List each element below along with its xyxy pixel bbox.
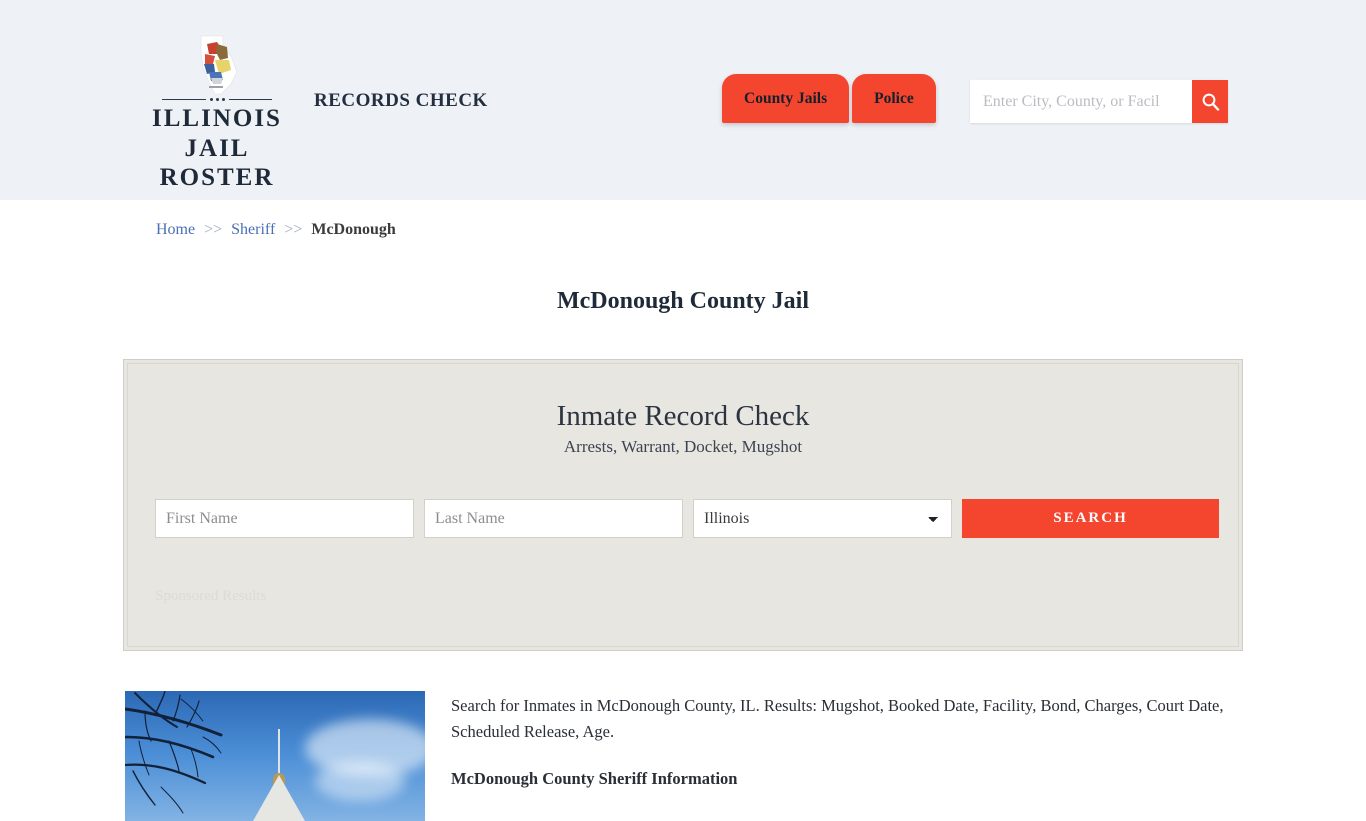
brand-name: ILLINOIS JAIL ROSTER	[152, 104, 282, 193]
header-inner: ILLINOIS JAIL ROSTER RECORDS CHECK Count…	[0, 0, 1366, 200]
nav-item-county-jails[interactable]: County Jails	[722, 74, 850, 123]
header-search	[970, 80, 1228, 123]
last-name-input[interactable]	[424, 499, 683, 538]
breadcrumb-item-home[interactable]: Home	[156, 221, 195, 238]
inmate-search-panel-inner: Inmate Record Check Arrests, Warrant, Do…	[127, 363, 1239, 647]
main-nav: County Jails Police	[722, 74, 936, 123]
inmate-search-form: Illinois SEARCH	[155, 499, 1219, 538]
breadcrumb: Home >> Sheriff >> McDonough	[156, 221, 396, 239]
panel-subtitle: Arrests, Warrant, Docket, Mugshot	[563, 437, 803, 456]
site-tagline: RECORDS CHECK	[314, 90, 488, 111]
state-select[interactable]: Illinois	[693, 499, 952, 538]
content-subheading: McDonough County Sheriff Information	[451, 769, 738, 789]
content-section: Search for Inmates in McDonough County, …	[125, 691, 1241, 821]
inmate-search-panel: Inmate Record Check Arrests, Warrant, Do…	[123, 359, 1243, 651]
courthouse-photo	[125, 691, 425, 821]
site-header: ILLINOIS JAIL ROSTER RECORDS CHECK Count…	[0, 0, 1366, 200]
search-submit-button[interactable]: SEARCH	[962, 499, 1219, 538]
breadcrumb-separator-2: >>	[284, 221, 303, 238]
breadcrumb-item-current: McDonough	[311, 221, 396, 238]
breadcrumb-separator-1: >>	[204, 221, 223, 238]
header-search-input[interactable]	[970, 80, 1192, 123]
nav-item-police[interactable]: Police	[852, 74, 936, 123]
panel-title: Inmate Record Check	[556, 400, 810, 432]
search-icon	[1202, 93, 1219, 111]
content-paragraph: Search for Inmates in McDonough County, …	[451, 696, 1224, 741]
tree-branches	[125, 691, 223, 814]
logo-divider	[162, 98, 272, 101]
header-search-button[interactable]	[1192, 80, 1228, 123]
brand-line-1: ILLINOIS	[152, 105, 282, 132]
breadcrumb-item-sheriff[interactable]: Sheriff	[231, 221, 275, 238]
first-name-input[interactable]	[155, 499, 414, 538]
brand-line-2: JAIL ROSTER	[159, 134, 275, 192]
cloud-decoration-2	[315, 761, 405, 801]
sponsored-results-label: Sponsored Results	[155, 588, 267, 604]
illinois-state-outline-icon	[200, 35, 238, 95]
content-text: Search for Inmates in McDonough County, …	[451, 691, 1241, 821]
page-title: McDonough County Jail	[556, 288, 810, 315]
site-logo[interactable]: ILLINOIS JAIL ROSTER	[152, 34, 282, 193]
